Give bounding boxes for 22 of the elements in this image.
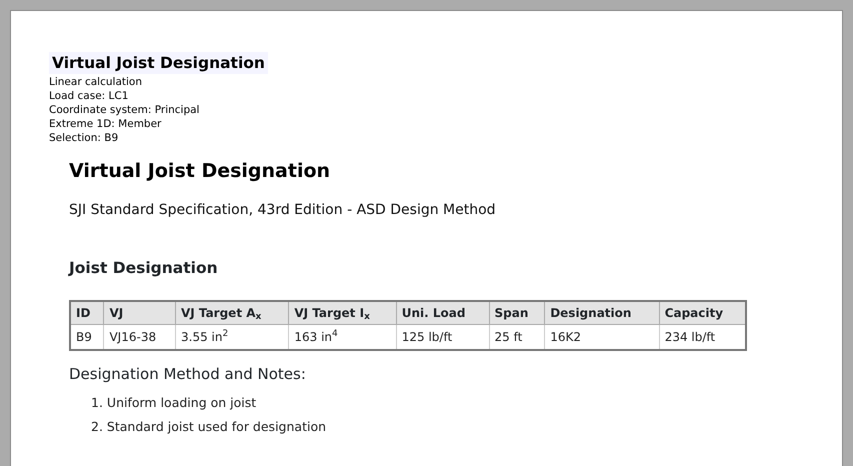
info-line: Load case: LC1 <box>49 90 128 102</box>
column-header: Uni. Load <box>396 300 489 324</box>
note-text: Standard joist used for designation <box>106 419 326 434</box>
section-title: Virtual Joist Designation <box>69 159 332 184</box>
column-header: Span <box>489 300 545 324</box>
column-header: Designation <box>544 300 660 324</box>
report-title: Virtual Joist Designation <box>49 52 268 74</box>
column-header: ID <box>70 300 104 324</box>
info-line: Extreme 1D: Member <box>49 118 162 130</box>
list-number: 2. <box>91 419 103 434</box>
notes-title: Designation Method and Notes: <box>69 364 307 385</box>
column-header: VJ Target A$_{x}$ <box>176 300 289 324</box>
column-header: VJ Target I$_{x}$ <box>288 300 396 324</box>
column-header: Capacity <box>659 300 746 324</box>
section-heading: Joist Designation <box>69 258 219 278</box>
column-header: VJ <box>104 300 176 324</box>
note-text: Uniform loading on joist <box>106 395 256 410</box>
info-line: Coordinate system: Principal <box>49 104 200 116</box>
info-line: Linear calculation <box>49 76 142 88</box>
subtitle: SJI Standard Specification, 43rd Edition - ASD Design Method <box>69 200 497 220</box>
info-line: Selection: B9 <box>49 132 118 144</box>
list-number: 1. <box>91 395 103 410</box>
